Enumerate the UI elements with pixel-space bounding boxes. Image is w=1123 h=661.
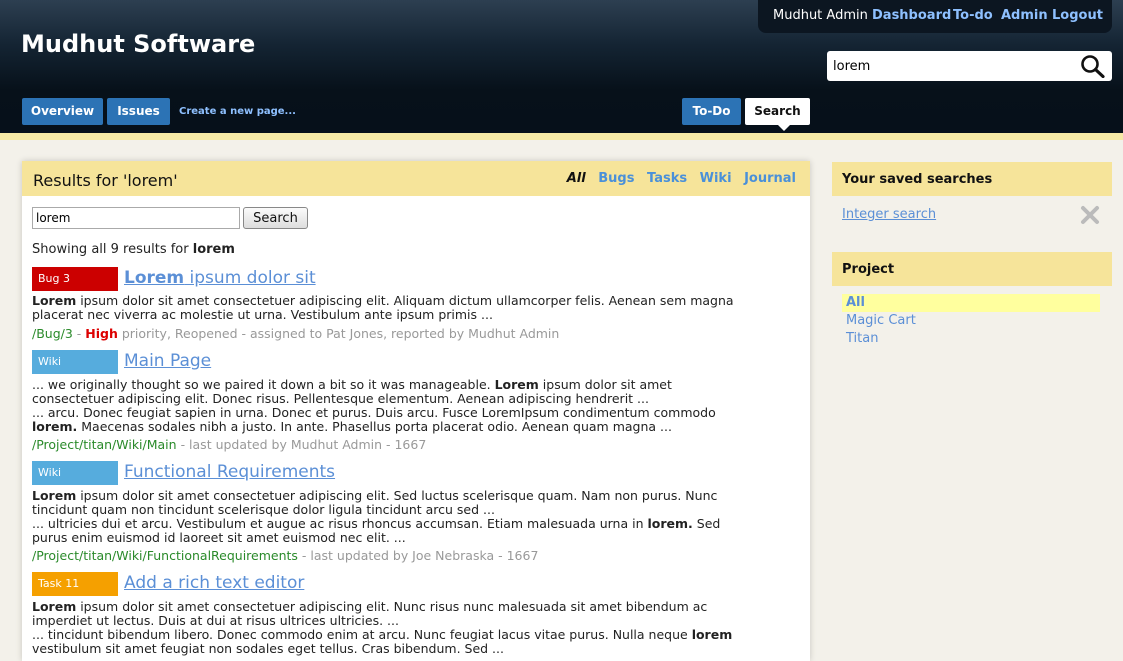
filter-bugs[interactable]: Bugs: [598, 171, 634, 186]
snippet-text: ipsum dolor sit amet consectetuer adipis…: [32, 488, 718, 517]
create-new-page-link[interactable]: Create a new page...: [179, 106, 296, 117]
project-item-all[interactable]: All: [846, 295, 865, 310]
tab-search[interactable]: Search: [745, 98, 810, 131]
filter-journal[interactable]: Journal: [744, 171, 796, 186]
result-title-link[interactable]: Functional Requirements: [124, 462, 335, 482]
result-item: Task 11 Add a rich text editor Lorem ips…: [32, 572, 752, 656]
result-meta: /Project/titan/Wiki/Main - last updated …: [32, 437, 426, 452]
result-title-text: ipsum dolor sit: [184, 268, 316, 288]
result-type-badge: Task 11: [32, 572, 118, 596]
snippet-highlight: Lorem: [494, 377, 539, 392]
saved-searches-title: Your saved searches: [842, 172, 993, 187]
result-type-badge: Wiki: [32, 350, 118, 374]
snippet-line: ... arcu. Donec feugiat sapien in urna. …: [32, 406, 752, 434]
snippet-line: Lorem ipsum dolor sit amet consectetuer …: [32, 600, 752, 628]
results-summary-term: lorem: [192, 242, 235, 257]
snippet-line: Lorem ipsum dolor sit amet consectetuer …: [32, 489, 752, 517]
result-title-link[interactable]: Lorem ipsum dolor sit: [124, 268, 316, 288]
snippet-highlight: Lorem: [32, 488, 77, 503]
snippet-text: ... arcu. Donec feugiat sapien in urna. …: [32, 405, 716, 420]
result-meta: /Bug/3 - High priority, Reopened - assig…: [32, 326, 559, 341]
meta-text: - last updated by Mudhut Admin - 1667: [176, 437, 427, 452]
delete-saved-search-icon[interactable]: [1080, 205, 1100, 225]
tab-issues[interactable]: Issues: [107, 98, 170, 125]
dashboard-link[interactable]: Dashboard: [872, 0, 951, 31]
project-selected-highlight: [842, 294, 1100, 312]
snippet-highlight: Lorem: [32, 293, 77, 308]
snippet-line: ... tincidunt bibendum libero. Donec com…: [32, 628, 752, 656]
snippet-text: ... tincidunt bibendum libero. Donec com…: [32, 627, 692, 642]
todo-link[interactable]: To-do: [953, 0, 993, 31]
result-type-badge: Bug 3: [32, 267, 118, 291]
top-navigation: Mudhut Admin Dashboard To-do Admin Logou…: [758, 0, 1112, 33]
header-search-box: [827, 51, 1112, 81]
results-summary: Showing all 9 results for lorem: [32, 242, 235, 257]
result-type-badge: Wiki: [32, 461, 118, 485]
project-item-magic-cart[interactable]: Magic Cart: [846, 313, 916, 328]
snippet-text: vestibulum sit amet feugiat non sodales …: [32, 641, 504, 656]
logout-link[interactable]: Logout: [1052, 0, 1103, 31]
filter-tasks[interactable]: Tasks: [647, 171, 687, 186]
result-path-link[interactable]: /Project/titan/Wiki/Main: [32, 437, 177, 452]
snippet-line: ... ultricies dui et arcu. Vestibulum et…: [32, 517, 752, 545]
result-path-link[interactable]: /Project/titan/Wiki/FunctionalRequiremen…: [32, 548, 298, 563]
snippet-text: ipsum dolor sit amet consectetuer adipis…: [32, 293, 734, 322]
result-snippet: Lorem ipsum dolor sit amet consectetuer …: [32, 294, 752, 322]
search-query-input[interactable]: [32, 207, 240, 229]
site-title[interactable]: Mudhut Software: [21, 30, 255, 58]
result-item: Wiki Main Page ... we originally thought…: [32, 350, 752, 455]
header: Mudhut Software Mudhut Admin Dashboard T…: [0, 0, 1123, 133]
results-header: Results for 'lorem' All Bugs Tasks Wiki …: [22, 161, 810, 196]
search-button[interactable]: Search: [243, 207, 308, 229]
tab-todo[interactable]: To-Do: [682, 98, 741, 125]
result-snippet: Lorem ipsum dolor sit amet consectetuer …: [32, 489, 752, 545]
result-snippet: ... we originally thought so we paired i…: [32, 378, 752, 434]
result-item: Wiki Functional Requirements Lorem ipsum…: [32, 461, 752, 566]
snippet-text: ... ultricies dui et arcu. Vestibulum et…: [32, 516, 648, 531]
snippet-highlight: lorem.: [32, 419, 78, 434]
result-title-link[interactable]: Add a rich text editor: [124, 573, 304, 593]
result-meta: /Project/titan/Wiki/FunctionalRequiremen…: [32, 548, 538, 563]
result-title-highlight: Lorem: [124, 268, 185, 288]
snippet-text: ... we originally thought so we paired i…: [32, 377, 495, 392]
project-item-titan[interactable]: Titan: [846, 331, 878, 346]
saved-searches-header: Your saved searches: [832, 162, 1112, 196]
snippet-line: ... we originally thought so we paired i…: [32, 378, 752, 406]
search-icon[interactable]: [1080, 54, 1106, 78]
meta-separator: -: [72, 326, 86, 341]
project-filter-header: Project: [832, 252, 1112, 286]
header-stripe: [0, 133, 1123, 140]
result-path-link[interactable]: /Bug/3: [32, 326, 73, 341]
result-title-link[interactable]: Main Page: [124, 351, 211, 371]
priority-label: High: [85, 326, 118, 341]
saved-search-link[interactable]: Integer search: [842, 207, 936, 222]
meta-text: - last updated by Joe Nebraska - 1667: [297, 548, 539, 563]
snippet-highlight: lorem.: [647, 516, 693, 531]
header-search-input[interactable]: [833, 57, 1073, 75]
snippet-highlight: Lorem: [32, 599, 77, 614]
tab-overview[interactable]: Overview: [22, 98, 103, 125]
search-results-panel: Results for 'lorem' All Bugs Tasks Wiki …: [22, 161, 810, 661]
snippet-text: Maecenas sodales nibh a justo. In ante. …: [77, 419, 672, 434]
filter-wiki[interactable]: Wiki: [700, 171, 732, 186]
current-user: Mudhut Admin: [773, 8, 868, 23]
snippet-highlight: lorem: [691, 627, 733, 642]
meta-text: priority, Reopened - assigned to Pat Jon…: [117, 326, 560, 341]
snippet-text: ipsum dolor sit amet consectetuer adipis…: [32, 599, 708, 628]
results-summary-text: Showing all 9 results for: [32, 242, 189, 257]
result-item: Bug 3 Lorem ipsum dolor sit Lorem ipsum …: [32, 267, 752, 342]
filter-all[interactable]: All: [567, 171, 586, 186]
project-filter-title: Project: [842, 262, 895, 277]
result-filters: All Bugs Tasks Wiki Journal: [559, 171, 796, 186]
results-title: Results for 'lorem': [33, 171, 178, 190]
admin-link[interactable]: Admin: [1001, 0, 1048, 31]
